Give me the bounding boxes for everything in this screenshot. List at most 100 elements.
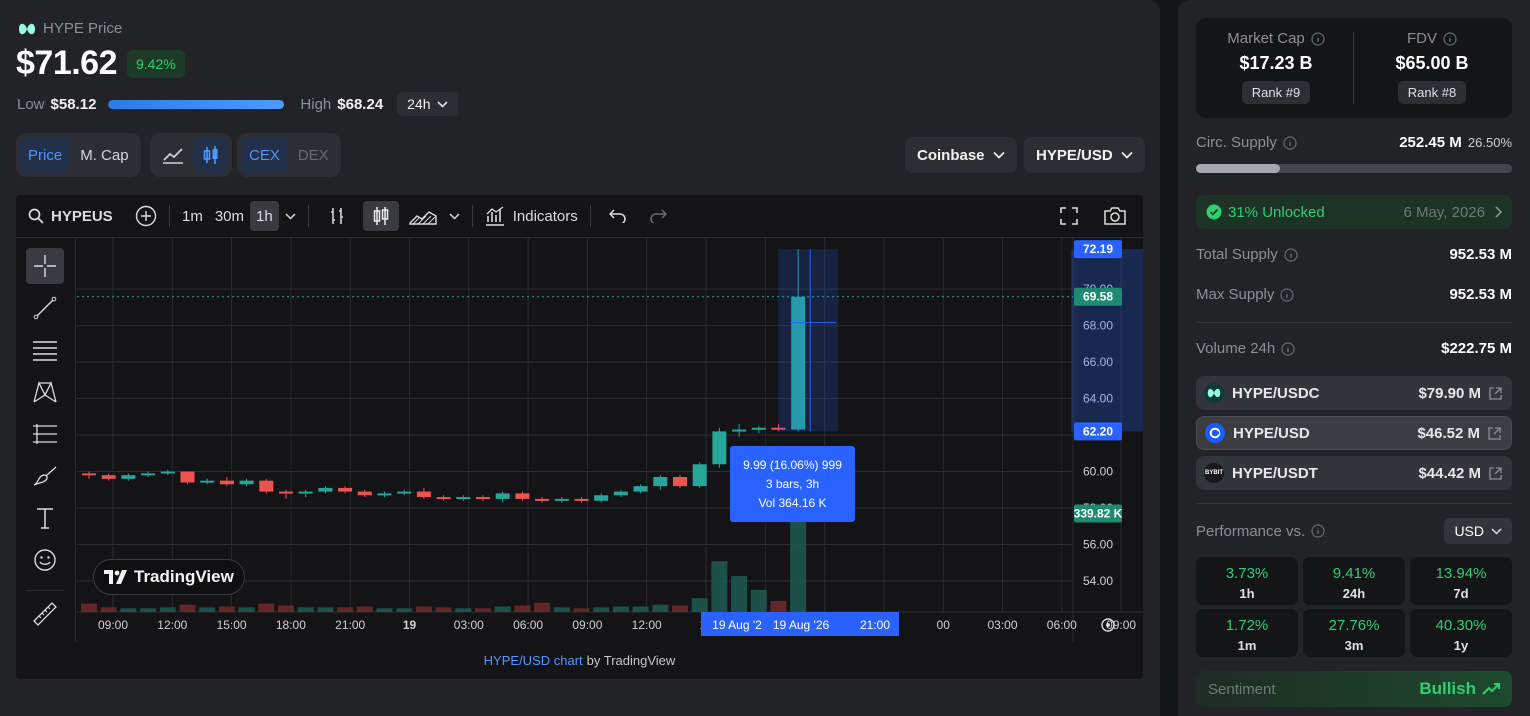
style-dropdown[interactable] [443,201,466,231]
trendline-icon [33,296,57,320]
indicators-button[interactable]: Indicators [479,201,584,231]
candle-body [633,486,648,492]
pattern-tool[interactable] [26,374,64,410]
market-cap-value: $17.23 B [1239,53,1313,73]
y-tick-label: 56.00 [1083,537,1113,551]
range-select[interactable]: 24h [397,92,458,116]
tab-cex[interactable]: CEX [241,137,288,173]
info-icon[interactable] [1284,247,1298,262]
toolbar-divider [307,205,309,227]
volume-bar [534,602,551,612]
interval-1h[interactable]: 1h [250,201,279,231]
info-icon[interactable] [1280,287,1294,302]
title-row: HYPE Price [18,20,122,37]
chart-link[interactable]: HYPE/USD chart [484,653,583,668]
compare-button[interactable] [129,201,163,231]
undo-button[interactable] [603,201,633,231]
volume-bar [337,607,354,612]
volume-bar [120,608,137,612]
perf-cell-3m: 27.76% 3m [1303,609,1405,657]
toolbar-divider [589,205,591,227]
forecast-tool[interactable] [26,416,64,452]
price-badge-label: 62.20 [1083,424,1113,438]
info-icon[interactable] [1311,31,1325,46]
valuation-card: Market Cap $17.23 B Rank #9 FDV $65.00 B… [1196,18,1512,118]
circ-supply-bar [1196,164,1512,173]
volume-bar [672,605,688,612]
x-tick-label: 21:00 [335,618,365,632]
candle-body [712,431,727,465]
candle-body [495,493,510,499]
low-value: $58.12 [50,95,97,113]
external-link-icon[interactable] [1488,426,1501,440]
candle-body [476,497,490,500]
y-tick-label: 60.00 [1083,465,1113,479]
trendline-tool[interactable] [26,290,64,326]
page-title: HYPE Price [43,20,123,37]
interval-1m[interactable]: 1m [176,201,209,231]
pair-name: HYPE/USD [1233,424,1310,442]
sentiment-bar[interactable]: Sentiment Bullish [1196,671,1512,707]
external-link-icon[interactable] [1489,466,1502,480]
candlestick-icon [373,207,388,225]
info-icon[interactable] [1443,31,1457,46]
redo-button[interactable] [643,201,673,231]
circ-supply-label: Circ. Supply [1196,134,1277,151]
candle-chart-button[interactable] [194,137,228,173]
fdv-value: $65.00 B [1395,53,1469,73]
brush-icon [33,466,57,486]
info-icon[interactable] [1281,341,1295,356]
line-chart-button[interactable] [154,137,192,173]
external-link-icon[interactable] [1489,386,1502,400]
crosshair-tool[interactable] [26,248,64,284]
total-supply-label: Total Supply [1196,246,1278,263]
market-cap-label: Market Cap [1227,30,1305,47]
tab-dex[interactable]: DEX [290,137,337,173]
long-short-icon [33,424,57,444]
settings-gear-icon [1106,623,1110,627]
tab-price[interactable]: Price [20,137,71,173]
candle-body [653,476,668,487]
x-tick-label: 15:00 [217,618,247,632]
fib-tool[interactable] [26,332,64,368]
symbol-search[interactable]: HYPEUSD [22,201,119,231]
snapshot-button[interactable] [1097,201,1133,231]
tab-mcap[interactable]: M. Cap [72,137,136,173]
currency-value: USD [1454,523,1484,539]
circ-supply-fill [1196,164,1280,173]
unlock-banner[interactable]: 31% Unlocked 6 May, 2026 [1196,195,1512,229]
brush-tool[interactable] [26,458,64,494]
y-tick-label: 54.00 [1083,574,1113,588]
symbol-text: HYPEUSD [51,207,113,225]
volume-value: $222.75 M [1441,340,1512,357]
ruler-icon [33,602,57,626]
pair-select[interactable]: HYPE/USD [1024,137,1145,173]
interval-30m[interactable]: 30m [209,201,250,231]
interval-dropdown[interactable] [279,201,302,231]
pair-row-usdc[interactable]: HYPE/USDC $79.90 M [1196,376,1512,410]
sentiment-label: Sentiment [1208,680,1276,698]
emoji-tool[interactable] [26,542,64,578]
measure-tool[interactable] [26,596,64,632]
pair-row-usdt[interactable]: BYBIT HYPE/USDT $44.42 M [1196,456,1512,490]
candle-body [554,498,569,501]
price-badge-label: 339.82 K [1074,506,1123,520]
perf-value: 3.73% [1225,565,1269,582]
tradingview-logo[interactable]: TradingView [93,559,245,595]
bar-style-button[interactable] [321,201,353,231]
info-icon[interactable] [1283,135,1297,150]
x-tick-label: 03:00 [987,618,1017,632]
currency-select[interactable]: USD [1444,518,1512,544]
fullscreen-button[interactable] [1053,201,1085,231]
hyperliquid-icon [1204,383,1224,403]
exchange-select[interactable]: Coinbase [905,137,1017,173]
low-label: Low [17,95,45,113]
text-tool[interactable] [26,500,64,536]
candle-style-button[interactable] [362,201,399,231]
x-tick-label: 12:00 [157,618,187,632]
volume-bar [612,606,629,612]
pair-row-usd[interactable]: HYPE/USD $46.52 M [1196,416,1512,450]
area-style-button[interactable] [403,201,443,231]
info-icon[interactable] [1311,524,1325,538]
chevron-right-icon [1495,206,1502,218]
